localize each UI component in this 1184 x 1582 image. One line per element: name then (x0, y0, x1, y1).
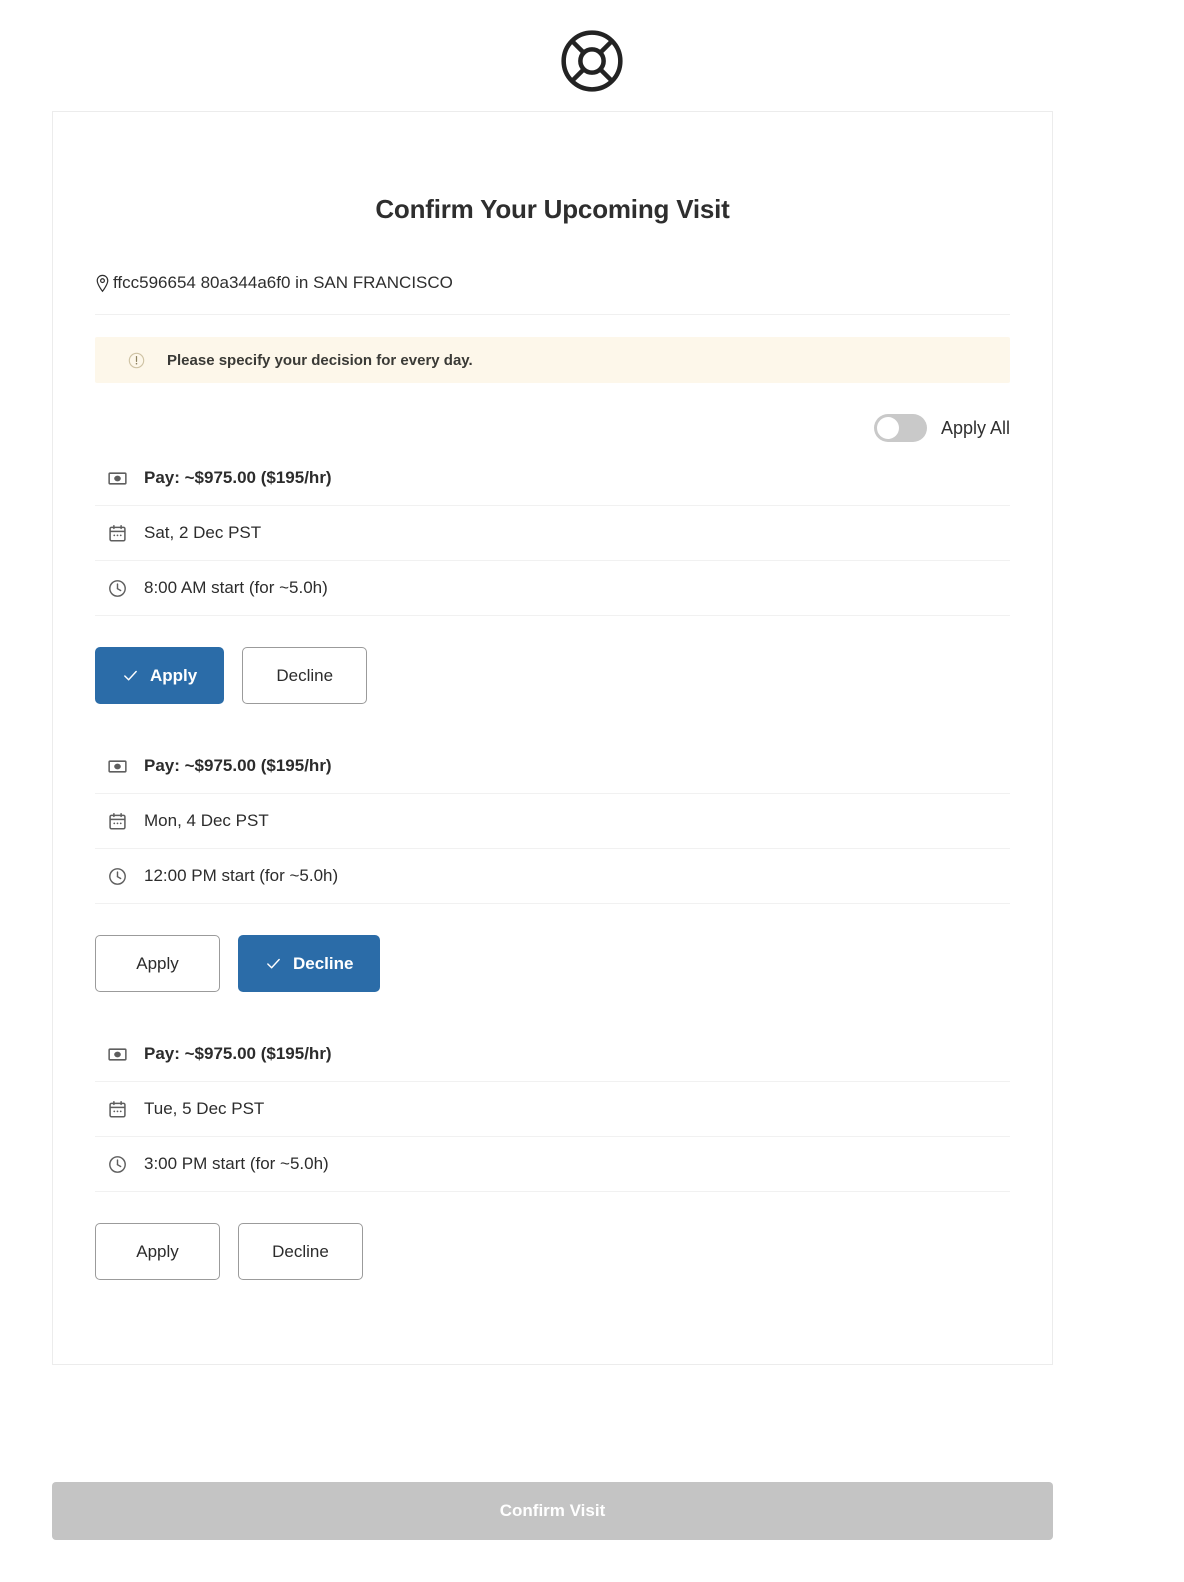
decline-button[interactable]: Decline (238, 1223, 363, 1280)
clock-icon (107, 1155, 127, 1174)
warning-banner: Please specify your decision for every d… (95, 337, 1010, 383)
clock-icon (107, 579, 127, 598)
decline-button-label: Decline (276, 665, 334, 685)
decline-button-label: Decline (293, 953, 354, 973)
shift-date-row: Tue, 5 Dec PST (95, 1082, 1010, 1137)
shift-pay-text: Pay: ~$975.00 ($195/hr) (144, 756, 332, 775)
life-buoy-icon (558, 27, 626, 95)
shift-date-text: Sat, 2 Dec PST (144, 523, 262, 542)
shift-date-row: Mon, 4 Dec PST (95, 794, 1010, 849)
shift-date-row: Sat, 2 Dec PST (95, 506, 1010, 561)
calendar-icon (107, 524, 127, 543)
shift-group: Pay: ~$975.00 ($195/hr) Tue, 5 Dec PST 3… (95, 1027, 1010, 1315)
shift-date-text: Mon, 4 Dec PST (144, 811, 269, 830)
apply-button-label: Apply (136, 953, 179, 973)
apply-button[interactable]: Apply (95, 935, 220, 992)
apply-button[interactable]: Apply (95, 1223, 220, 1280)
shift-decision-buttons: Apply Decline (95, 1192, 1010, 1315)
apply-button[interactable]: Apply (95, 647, 225, 704)
decline-button[interactable]: Decline (242, 647, 368, 704)
apply-all-label: Apply All (940, 417, 1010, 438)
shift-time-row: 3:00 PM start (for ~5.0h) (95, 1137, 1010, 1192)
shift-decision-buttons: Apply Decline (95, 616, 1010, 739)
apply-all-row: Apply All (95, 383, 1010, 451)
shift-group: Pay: ~$975.00 ($195/hr) Mon, 4 Dec PST 1… (95, 739, 1010, 1027)
apply-button-label: Apply (150, 665, 198, 685)
decline-button[interactable]: Decline (238, 935, 381, 992)
shift-pay-row: Pay: ~$975.00 ($195/hr) (95, 1027, 1010, 1082)
banknote-icon (107, 469, 127, 488)
clock-icon (107, 867, 127, 886)
shift-pay-text: Pay: ~$975.00 ($195/hr) (144, 1044, 332, 1063)
shift-time-row: 12:00 PM start (for ~5.0h) (95, 849, 1010, 904)
shift-pay-row: Pay: ~$975.00 ($195/hr) (95, 739, 1010, 794)
check-icon (122, 667, 139, 684)
shift-time-text: 12:00 PM start (for ~5.0h) (144, 866, 339, 885)
banknote-icon (107, 1045, 127, 1064)
apply-all-toggle-knob (876, 417, 899, 439)
shift-time-row: 8:00 AM start (for ~5.0h) (95, 561, 1010, 616)
brand-logo (0, 0, 1184, 109)
shift-group: Pay: ~$975.00 ($195/hr) Sat, 2 Dec PST 8… (95, 451, 1010, 739)
apply-all-toggle[interactable] (873, 414, 927, 442)
check-icon (265, 955, 282, 972)
location-row: ffcc596654 80a344a6f0 in SAN FRANCISCO (95, 225, 1010, 315)
map-pin-icon (95, 274, 110, 293)
shift-time-text: 3:00 PM start (for ~5.0h) (144, 1154, 329, 1173)
visit-confirmation-card: Confirm Your Upcoming Visit ffcc596654 8… (52, 111, 1053, 1365)
exclamation-circle-icon (128, 352, 145, 369)
apply-button-label: Apply (136, 1241, 179, 1261)
confirm-visit-label: Confirm Visit (499, 1501, 606, 1520)
shift-date-text: Tue, 5 Dec PST (144, 1099, 265, 1118)
shift-pay-row: Pay: ~$975.00 ($195/hr) (95, 451, 1010, 506)
warning-banner-text: Please specify your decision for every d… (167, 351, 473, 369)
confirm-visit-button[interactable]: Confirm Visit (52, 1482, 1053, 1540)
banknote-icon (107, 757, 127, 776)
location-text: ffcc596654 80a344a6f0 in SAN FRANCISCO (113, 273, 453, 292)
shift-time-text: 8:00 AM start (for ~5.0h) (144, 578, 328, 597)
calendar-icon (107, 1100, 127, 1119)
decline-button-label: Decline (272, 1241, 329, 1261)
page-title: Confirm Your Upcoming Visit (375, 194, 730, 224)
shift-pay-text: Pay: ~$975.00 ($195/hr) (144, 468, 332, 487)
calendar-icon (107, 812, 127, 831)
shift-decision-buttons: Apply Decline (95, 904, 1010, 1027)
